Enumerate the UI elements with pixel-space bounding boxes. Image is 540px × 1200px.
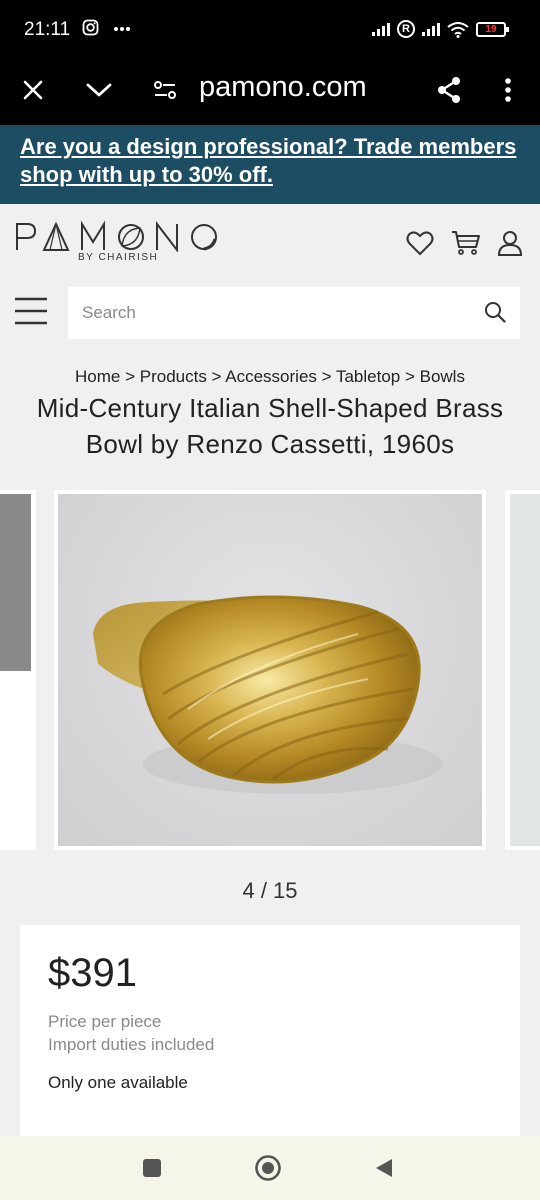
- previous-image-slide[interactable]: [0, 490, 36, 850]
- price-note: Price per piece: [48, 1012, 162, 1031]
- price-card: $391 Price per piece Import duties inclu…: [20, 925, 520, 1140]
- search-bar: [68, 287, 520, 339]
- logo-tagline: BY CHAIRISH: [78, 252, 159, 263]
- image-counter: 4 / 15: [242, 878, 298, 903]
- share-icon[interactable]: [429, 70, 469, 110]
- url-text[interactable]: pamono.com: [199, 71, 367, 104]
- header-icons: [406, 230, 522, 256]
- brass-shell-bowl-image: [93, 595, 443, 794]
- trade-promo-banner: Are you a design professional? Trade mem…: [0, 125, 540, 204]
- recents-square-icon[interactable]: [138, 1154, 166, 1182]
- hamburger-menu-icon[interactable]: [14, 296, 48, 330]
- breadcrumb[interactable]: Home > Products > Accessories > Tabletop…: [0, 367, 540, 387]
- heart-icon[interactable]: [406, 230, 434, 256]
- next-image-slide[interactable]: [505, 490, 540, 850]
- system-navigation-bar: [0, 1136, 540, 1200]
- wifi-icon: [447, 21, 469, 38]
- product-photo: [58, 494, 482, 846]
- battery-level: 19: [485, 23, 497, 35]
- search-input[interactable]: [68, 287, 448, 339]
- duties-note: Import duties included: [48, 1035, 215, 1054]
- user-icon[interactable]: [498, 230, 522, 256]
- browser-toolbar: pamono.com: [0, 60, 540, 125]
- product-title: Mid-Century Italian Shell-Shaped Brass B…: [36, 393, 504, 459]
- cart-icon[interactable]: [451, 230, 481, 256]
- close-icon[interactable]: [13, 70, 53, 110]
- status-right-icons: R 19: [372, 20, 509, 38]
- availability-text: Only one available: [48, 1073, 188, 1092]
- status-left-icons: [82, 19, 131, 39]
- site-header: BY CHAIRISH: [0, 204, 540, 284]
- trade-promo-link[interactable]: Are you a design professional? Trade mem…: [20, 133, 520, 189]
- chevron-down-icon[interactable]: [79, 70, 119, 110]
- status-time: 21:11: [24, 19, 71, 40]
- instagram-icon: [82, 19, 99, 36]
- current-image-slide[interactable]: [54, 490, 486, 850]
- battery-icon: 19: [476, 21, 509, 37]
- site-settings-icon[interactable]: [145, 70, 185, 110]
- search-icon[interactable]: [484, 301, 506, 323]
- signal-icon: [372, 22, 390, 36]
- home-circle-icon[interactable]: [254, 1154, 282, 1182]
- signal-icon: [422, 22, 440, 36]
- image-gallery[interactable]: [0, 490, 540, 852]
- status-bar: 21:11 R 19: [0, 0, 540, 60]
- more-dots-icon: [113, 27, 130, 31]
- back-triangle-icon[interactable]: [370, 1154, 398, 1182]
- roaming-r-icon: R: [397, 20, 415, 38]
- overflow-menu-icon[interactable]: [488, 70, 528, 110]
- product-price: $391: [48, 951, 137, 995]
